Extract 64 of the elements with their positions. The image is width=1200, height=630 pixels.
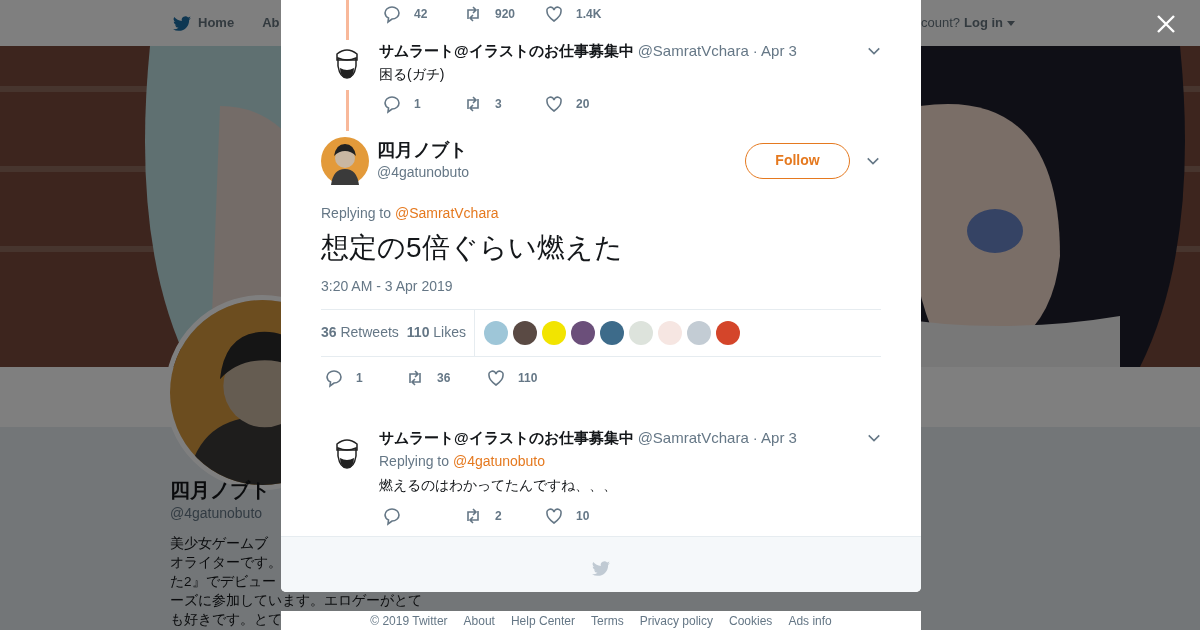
avatar xyxy=(321,136,369,185)
replying-to-text: Replying to @SamratVchara xyxy=(321,203,500,223)
bio-text: も好きです。とて xyxy=(170,611,282,629)
tweet-timestamp: 3:20 AM - 3 Apr 2019 xyxy=(321,276,454,296)
retweet-count: 36 xyxy=(437,369,451,387)
footer-link[interactable]: Help Center xyxy=(510,614,575,630)
heart-icon[interactable] xyxy=(544,4,564,24)
follow-button[interactable]: Follow xyxy=(745,142,850,179)
tweet-date: · Apr 3 xyxy=(752,41,797,61)
like-count: 10 xyxy=(576,508,590,525)
author-name[interactable]: サムラート@イラストのお仕事募集中 xyxy=(379,40,634,63)
user-handle: @SamratVchara xyxy=(637,41,749,61)
footer-link[interactable]: Cookies xyxy=(729,614,773,630)
avatar[interactable] xyxy=(716,320,740,345)
nav-link[interactable]: Home xyxy=(198,13,235,33)
reply-icon[interactable] xyxy=(382,506,402,526)
tweet-text: 想定の5倍ぐらい燃えた xyxy=(321,230,624,265)
retweet-count: 920 xyxy=(495,6,516,23)
avatar[interactable] xyxy=(600,320,624,345)
like-count: 1.4K xyxy=(576,6,602,23)
replying-to-text: Replying to @4gatunobuto xyxy=(379,452,546,471)
heart-icon[interactable] xyxy=(486,367,506,388)
heart-icon[interactable] xyxy=(544,506,564,526)
mention-link[interactable]: @SamratVchara xyxy=(394,204,499,221)
reply-count: 1 xyxy=(356,369,363,387)
footer-link[interactable]: Ads info xyxy=(788,614,832,630)
close-icon[interactable] xyxy=(1156,14,1176,34)
retweet-count: 3 xyxy=(495,95,502,113)
like-count: 20 xyxy=(576,95,590,113)
reply-count: 1 xyxy=(414,95,421,113)
profile-name: 四月ノブト xyxy=(170,478,270,503)
reply-icon[interactable] xyxy=(382,4,402,24)
bio-text: た2』でデビュー xyxy=(170,573,276,591)
footer-link[interactable]: Privacy policy xyxy=(639,614,713,630)
footer-link[interactable]: Terms xyxy=(591,614,624,630)
bio-text: オライターです。 xyxy=(170,554,282,572)
profile-handle: @4gatunobuto xyxy=(170,504,263,523)
login-prompt: count? xyxy=(920,14,960,33)
reply-count: 42 xyxy=(414,6,428,23)
nav-link[interactable]: Ab xyxy=(262,13,280,33)
tweet-date: · Apr 3 xyxy=(752,427,797,448)
stat-link[interactable]: 110 Likes xyxy=(406,322,466,343)
bio-text: ーズに参加しています。エロゲーがとて xyxy=(170,592,422,610)
tweet-text: 燃えるのはわかってたんですね、、、 xyxy=(379,476,618,495)
tweet-text: 困る(ガチ) xyxy=(379,64,446,84)
avatar[interactable] xyxy=(513,320,537,345)
caret-icon xyxy=(1007,20,1015,26)
reply-icon[interactable] xyxy=(324,367,344,388)
bio-text: 美少女ゲームブ xyxy=(170,535,268,553)
avatar[interactable] xyxy=(571,320,595,345)
retweet-count: 2 xyxy=(495,508,502,525)
author-name[interactable]: 四月ノブト xyxy=(377,138,745,162)
heart-icon[interactable] xyxy=(544,93,564,114)
bird-icon xyxy=(591,558,611,577)
user-handle: @4gatunobuto xyxy=(377,163,471,182)
like-count: 110 xyxy=(518,369,538,387)
stat-link[interactable]: 36 Retweets xyxy=(321,322,399,343)
login-link[interactable]: Log in xyxy=(964,13,1015,33)
user-handle: @SamratVchara xyxy=(637,427,749,448)
mention-link[interactable]: @4gatunobuto xyxy=(452,453,545,469)
bird-logo-icon[interactable] xyxy=(172,14,192,32)
footer-link[interactable]: About xyxy=(463,614,495,630)
author-name[interactable]: サムラート@イラストのお仕事募集中 xyxy=(379,426,634,449)
reply-icon[interactable] xyxy=(382,93,402,114)
